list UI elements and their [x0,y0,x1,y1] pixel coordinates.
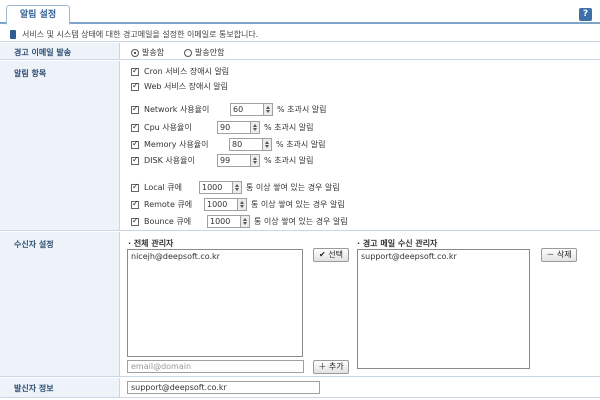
checkbox-cron[interactable] [131,66,139,76]
memory-spinner[interactable] [263,138,272,151]
radio-send[interactable]: 발송함 [131,47,164,58]
bounce-queue-input[interactable]: 1000 [207,215,241,228]
all-admins-list[interactable]: nicejh@deepsoft.co.kr [127,249,303,357]
checkbox-memory[interactable] [131,139,139,149]
tab-alert-settings[interactable]: 알림 설정 [6,5,70,25]
check-remote-queue[interactable]: Remote 큐에 1000 통 이상 쌓여 있는 경우 알림 [131,198,345,211]
alert-items-label: 알림 항목 [0,61,120,230]
check-local-queue[interactable]: Local 큐에 1000 통 이상 쌓여 있는 경우 알림 [131,181,340,194]
recipients-label: 수신자 설정 [0,232,120,376]
cpu-spinner[interactable] [251,121,260,134]
alert-admins-list[interactable]: support@deepsoft.co.kr [357,249,530,369]
local-queue-input[interactable]: 1000 [199,181,233,194]
all-admins-title: · 전체 관리자 [128,239,174,248]
remote-queue-input[interactable]: 1000 [204,198,238,211]
bounce-queue-spinner[interactable] [241,215,250,228]
list-item[interactable]: support@deepsoft.co.kr [361,252,526,261]
select-button[interactable]: ✔ 선택 [313,248,349,262]
sender-email-input[interactable]: support@deepsoft.co.kr [127,381,320,394]
check-disk[interactable]: DISK 사용율이 99 % 초과시 알림 [131,154,314,167]
memory-threshold-input[interactable]: 80 [229,138,263,151]
checkbox-web[interactable] [131,81,139,91]
checkbox-bounce-queue[interactable] [131,216,139,226]
checkbox-local-queue[interactable] [131,182,139,192]
tab-bar: 알림 설정 ? [0,0,600,25]
list-item[interactable]: nicejh@deepsoft.co.kr [131,252,299,261]
radio-no-send[interactable]: 발송안함 [184,47,224,58]
email-sending-row: 경고 이메일 발송 발송함 발송안함 [0,43,600,60]
radio-send-dot[interactable] [131,48,139,57]
alert-admins-title: · 경고 메일 수신 관리자 [357,239,438,248]
check-bounce-queue[interactable]: Bounce 큐에 1000 통 이상 쌓여 있는 경우 알림 [131,215,348,228]
disk-threshold-input[interactable]: 99 [217,154,251,167]
description-bar: 서비스 및 시스템 상태에 대한 경고메일을 설정한 이메일로 통보합니다. [0,26,600,42]
email-sending-label: 경고 이메일 발송 [0,43,120,59]
remote-queue-spinner[interactable] [238,198,247,211]
delete-button[interactable]: － 삭제 [541,248,577,262]
checkbox-cpu[interactable] [131,122,139,132]
checkbox-network[interactable] [131,104,139,114]
check-web[interactable]: Web 서비스 장애시 알림 [131,81,228,92]
sender-row: 발신자 정보 support@deepsoft.co.kr [0,378,600,398]
info-icon [10,30,16,39]
local-queue-spinner[interactable] [233,181,242,194]
disk-spinner[interactable] [251,154,260,167]
network-spinner[interactable] [264,103,273,116]
network-threshold-input[interactable]: 60 [230,103,264,116]
recipients-row: 수신자 설정 · 전체 관리자 nicejh@deepsoft.co.kr ✔ … [0,232,600,377]
email-input[interactable]: email@domain [127,360,304,373]
sender-label: 발신자 정보 [0,378,120,397]
checkbox-remote-queue[interactable] [131,199,139,209]
cpu-threshold-input[interactable]: 90 [217,121,251,134]
description-text: 서비스 및 시스템 상태에 대한 경고메일을 설정한 이메일로 통보합니다. [22,30,259,39]
alert-items-row: 알림 항목 Cron 서비스 장애시 알림 Web 서비스 장애시 알림 Net… [0,61,600,231]
check-cron[interactable]: Cron 서비스 장애시 알림 [131,66,229,77]
help-icon[interactable]: ? [579,8,592,21]
radio-no-send-dot[interactable] [184,48,192,57]
check-memory[interactable]: Memory 사용율이 80 % 초과시 알림 [131,138,326,151]
check-cpu[interactable]: Cpu 사용율이 90 % 초과시 알림 [131,121,314,134]
add-button[interactable]: ＋ 추가 [313,360,349,374]
check-network[interactable]: Network 사용율이 60 % 초과시 알림 [131,103,327,116]
checkbox-disk[interactable] [131,155,139,165]
